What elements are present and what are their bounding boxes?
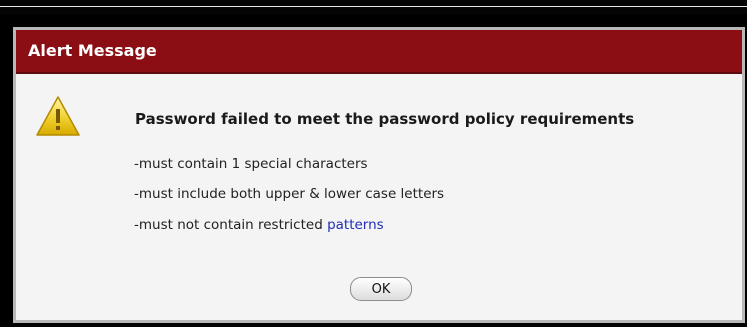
requirement-item: -must include both upper & lower case le… (134, 186, 445, 202)
screen-top-divider (0, 6, 747, 7)
alert-dialog: Alert Message Password failed to meet th… (13, 27, 745, 323)
dialog-title: Alert Message (28, 41, 157, 60)
alert-headline: Password failed to meet the password pol… (135, 110, 635, 128)
dialog-titlebar: Alert Message (16, 30, 742, 74)
patterns-link[interactable]: patterns (327, 217, 384, 233)
ok-button[interactable]: OK (350, 277, 412, 301)
requirement-text: -must not contain restricted (134, 217, 328, 233)
dialog-content: Password failed to meet the password pol… (16, 74, 742, 320)
requirement-item: -must contain 1 special characters (134, 156, 368, 172)
warning-icon (35, 95, 81, 137)
requirement-item: -must not contain restricted patterns (134, 217, 384, 233)
screen-top-bar (0, 0, 747, 14)
